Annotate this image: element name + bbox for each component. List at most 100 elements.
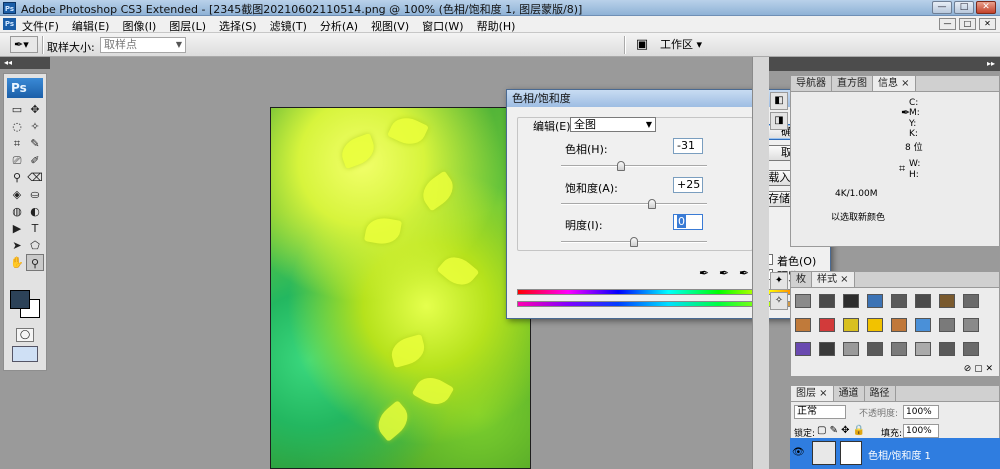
panel-icon-actions[interactable]: ◨ [770, 112, 788, 130]
eraser-tool-icon[interactable]: ◈ [8, 186, 26, 203]
saturation-slider-thumb[interactable] [648, 199, 657, 209]
menu-select[interactable]: 选择(S) [219, 18, 257, 34]
toolbox-collapse-strip[interactable]: ◂◂ [0, 57, 50, 69]
hand-tool-icon[interactable]: ✋ [8, 254, 26, 271]
saturation-input[interactable]: +25 [673, 177, 703, 193]
style-swatch[interactable] [891, 342, 907, 356]
menu-image[interactable]: 图像(I) [122, 18, 156, 34]
style-swatch[interactable] [891, 318, 907, 332]
hue-input[interactable]: -31 [673, 138, 703, 154]
menu-analysis[interactable]: 分析(A) [320, 18, 358, 34]
style-swatch[interactable] [819, 342, 835, 356]
style-swatch[interactable] [963, 342, 979, 356]
style-swatch[interactable] [915, 294, 931, 308]
color-swatches[interactable] [10, 290, 42, 320]
move-tool-icon[interactable]: ✥ [26, 101, 44, 118]
screen-mode-icon[interactable] [12, 346, 38, 362]
style-swatch[interactable] [843, 342, 859, 356]
style-swatch[interactable] [843, 318, 859, 332]
maximize-button[interactable]: □ [954, 1, 974, 14]
clone-stamp-tool-icon[interactable]: ⚲ [8, 169, 26, 186]
panel-footer-icons[interactable]: ⊘ ▢ ✕ [964, 364, 993, 374]
blur-tool-icon[interactable]: ◍ [8, 203, 26, 220]
document-canvas[interactable] [270, 107, 531, 469]
doc-minimize-button[interactable]: — [939, 18, 956, 30]
eyedropper-plus-icon[interactable]: ✒ [717, 266, 731, 280]
fill-input[interactable]: 100% [903, 424, 939, 438]
tab-layers[interactable]: 图层 × [791, 386, 834, 401]
tab-navigator[interactable]: 导航器 [791, 76, 832, 91]
marquee-tool-icon[interactable]: ▭ [8, 101, 26, 118]
style-swatch[interactable] [795, 294, 811, 308]
style-swatch[interactable] [795, 342, 811, 356]
edit-select[interactable]: 全图 ▼ [570, 117, 656, 132]
foreground-color-swatch[interactable] [10, 290, 30, 309]
style-swatch[interactable] [867, 294, 883, 308]
eyedropper-tool-icon[interactable]: ⚲ [26, 254, 44, 271]
monitor-icon[interactable]: ▣ [632, 37, 652, 53]
saturation-slider-track[interactable] [561, 203, 707, 205]
eyedropper-tool-preset-icon[interactable]: ✒▾ [10, 36, 38, 53]
close-button[interactable]: ✕ [976, 1, 996, 14]
blend-mode-select[interactable]: 正常 [794, 405, 846, 419]
style-swatch[interactable] [891, 294, 907, 308]
tab-swatches[interactable]: 枚 [791, 272, 812, 287]
panel-icon-history[interactable]: ◧ [770, 92, 788, 110]
eyedropper-icon[interactable]: ✒ [697, 266, 711, 280]
style-swatch[interactable] [939, 318, 955, 332]
shape-tool-icon[interactable]: ⬠ [26, 237, 44, 254]
menu-edit[interactable]: 编辑(E) [72, 18, 110, 34]
style-swatch[interactable] [915, 342, 931, 356]
style-swatch[interactable] [939, 342, 955, 356]
layer-row[interactable]: 👁 色相/饱和度 1 [790, 438, 1000, 469]
sample-size-select[interactable]: 取样点 ▼ [100, 37, 186, 53]
menu-help[interactable]: 帮助(H) [477, 18, 516, 34]
slice-tool-icon[interactable]: ✎ [26, 135, 44, 152]
panel-icon-tools[interactable]: ✧ [770, 292, 788, 310]
style-swatch[interactable] [867, 342, 883, 356]
hue-slider-thumb[interactable] [617, 161, 626, 171]
magic-wand-tool-icon[interactable]: ✧ [26, 118, 44, 135]
eyedropper-minus-icon[interactable]: ✒ [737, 266, 751, 280]
healing-brush-tool-icon[interactable]: ⎚ [8, 152, 26, 169]
layer-mask-thumbnail[interactable] [840, 441, 862, 465]
panel-icon-brushes[interactable]: ✦ [770, 272, 788, 290]
tab-paths[interactable]: 路径 [865, 386, 896, 401]
doc-restore-button[interactable]: □ [959, 18, 976, 30]
type-tool-icon[interactable]: T [26, 220, 44, 237]
style-swatch[interactable] [819, 294, 835, 308]
pen-tool-icon[interactable]: ➤ [8, 237, 26, 254]
dodge-tool-icon[interactable]: ◐ [26, 203, 44, 220]
tab-info[interactable]: 信息 × [873, 76, 916, 91]
lightness-input[interactable]: 0 [673, 214, 703, 230]
style-swatch[interactable] [795, 318, 811, 332]
crop-tool-icon[interactable]: ⌗ [8, 135, 26, 152]
panel-collapse-strip[interactable]: ▸▸ [769, 57, 1000, 71]
eye-icon[interactable]: 👁 [792, 447, 805, 458]
workspace-menu[interactable]: 工作区 ▾ [660, 37, 702, 53]
menu-file[interactable]: 文件(F) [22, 18, 59, 34]
hue-slider-track[interactable] [561, 165, 707, 167]
paint-bucket-tool-icon[interactable]: ⛀ [26, 186, 44, 203]
opacity-input[interactable]: 100% [903, 405, 939, 419]
brush-tool-icon[interactable]: ✐ [26, 152, 44, 169]
path-selection-tool-icon[interactable]: ▶ [8, 220, 26, 237]
tab-styles[interactable]: 样式 × [812, 272, 855, 287]
minimize-button[interactable]: — [932, 1, 952, 14]
tab-histogram[interactable]: 直方图 [832, 76, 873, 91]
style-swatch[interactable] [963, 294, 979, 308]
style-swatch[interactable] [963, 318, 979, 332]
history-brush-tool-icon[interactable]: ⌫ [26, 169, 44, 186]
quick-mask-icon[interactable]: ◯ [16, 328, 34, 342]
document-icon[interactable]: Ps [3, 18, 16, 30]
menu-layer[interactable]: 图层(L) [169, 18, 206, 34]
lock-icons[interactable]: ▢ ✎ ✥ 🔒 [817, 425, 865, 436]
lightness-slider-thumb[interactable] [630, 237, 638, 247]
menu-filter[interactable]: 滤镜(T) [270, 18, 307, 34]
menu-window[interactable]: 窗口(W) [422, 18, 463, 34]
style-swatch[interactable] [843, 294, 859, 308]
tab-channels[interactable]: 通道 [834, 386, 865, 401]
lasso-tool-icon[interactable]: ◌ [8, 118, 26, 135]
style-swatch[interactable] [915, 318, 931, 332]
menu-view[interactable]: 视图(V) [371, 18, 409, 34]
